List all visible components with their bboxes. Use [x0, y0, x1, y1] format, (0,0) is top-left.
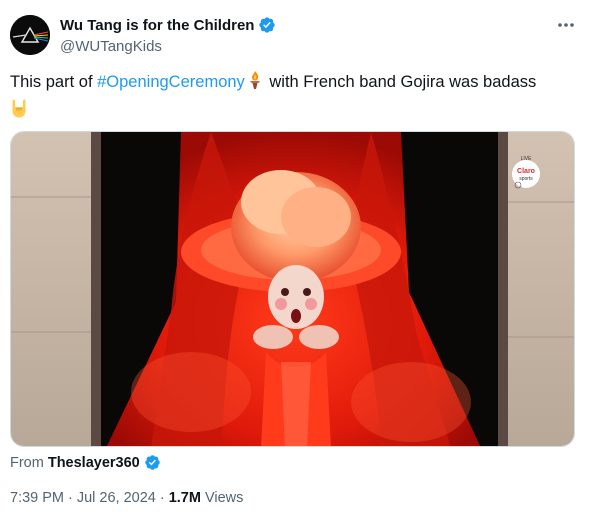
from-label: From [10, 454, 44, 471]
avatar[interactable] [10, 15, 50, 55]
tweet-text-before: This part of [10, 73, 98, 91]
tweet-time-link[interactable]: 7:39 PM [10, 490, 64, 506]
verified-badge-icon [144, 455, 160, 470]
media-attribution: From Theslayer360 [10, 454, 161, 471]
sign-of-horns-emoji-icon [10, 98, 28, 126]
verified-badge-icon [259, 17, 276, 33]
tweet-text-after: with French band Gojira was badass [264, 73, 537, 91]
broadcaster-logo: LIVE Claro sports [512, 156, 540, 189]
tweet: Wu Tang is for the Children @WUTangKids … [0, 0, 599, 517]
more-options-button[interactable] [556, 18, 576, 32]
svg-text:sports: sports [519, 176, 533, 182]
hashtag-link[interactable]: #OpeningCeremony [97, 73, 245, 91]
torch-emoji-icon [245, 70, 265, 98]
author-handle[interactable]: @WUTangKids [60, 38, 162, 55]
views-count: 1.7M [168, 490, 201, 506]
tweet-date-link[interactable]: Jul 26, 2024 [77, 490, 156, 506]
tweet-media-video[interactable]: LIVE Claro sports [10, 131, 575, 447]
media-frame [11, 132, 574, 446]
tweet-text: This part of #OpeningCeremony with Frenc… [10, 70, 585, 126]
meta-separator: · [68, 490, 73, 506]
svg-text:Claro: Claro [517, 168, 535, 175]
attribution-user-link[interactable]: Theslayer360 [48, 455, 140, 471]
author-name-row: Wu Tang is for the Children [60, 16, 276, 34]
avatar-image [10, 15, 50, 55]
author-display-name[interactable]: Wu Tang is for the Children [60, 17, 254, 34]
views-label: Views [204, 490, 244, 506]
more-dots-icon [558, 23, 574, 27]
meta-separator: · [159, 490, 165, 506]
tweet-metadata: 7:39 PM · Jul 26, 2024 · 1.7M Views [10, 490, 243, 506]
